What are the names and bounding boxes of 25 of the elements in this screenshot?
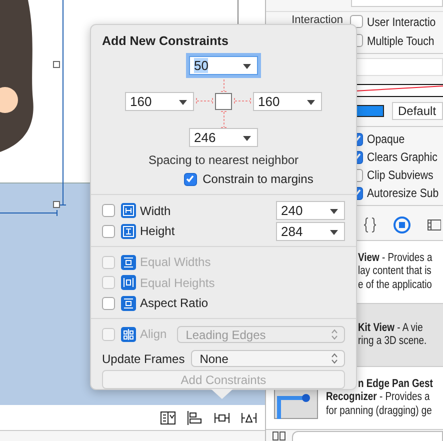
- constraint-label: Align: [140, 327, 167, 342]
- checkbox-label: Constrain to margins: [202, 172, 314, 186]
- constraint-label: Equal Heights: [140, 276, 215, 290]
- checkbox-label: Clears Graphic: [367, 150, 438, 164]
- interaction-label: Interaction: [292, 14, 343, 26]
- update-frames-label: Update Frames: [102, 352, 185, 366]
- checkbox-label: Clip Subviews: [367, 168, 434, 182]
- checkbox-label: Opaque: [367, 132, 405, 146]
- library-item-text: Recognizer - Provides a: [326, 391, 430, 405]
- library-item-text: n Edge Pan Gest: [358, 378, 433, 392]
- constraint-label: Width: [140, 204, 171, 218]
- library-item-text: ring a 3D scene.: [358, 335, 427, 348]
- library-item-text: lay content that is: [358, 265, 432, 279]
- library-item-text: for panning (dragging) ge: [326, 404, 432, 418]
- checkbox-label: Autoresize Sub: [367, 186, 439, 200]
- checkbox-label: User Interactio: [367, 14, 436, 28]
- library-item-text: View - Provides a: [358, 252, 432, 266]
- spacing-caption: Spacing to nearest neighbor: [147, 152, 300, 169]
- constraint-label: Aspect Ratio: [140, 296, 208, 310]
- library-item-text: Kit View - A vie: [358, 322, 423, 335]
- checkbox-label: Multiple Touch: [367, 34, 434, 48]
- constraint-label: Equal Widths: [140, 255, 211, 269]
- library-item-text: e of the applicatio: [358, 278, 432, 292]
- popover-title: Add New Constraints: [102, 34, 230, 50]
- constraint-label: Height: [140, 224, 175, 238]
